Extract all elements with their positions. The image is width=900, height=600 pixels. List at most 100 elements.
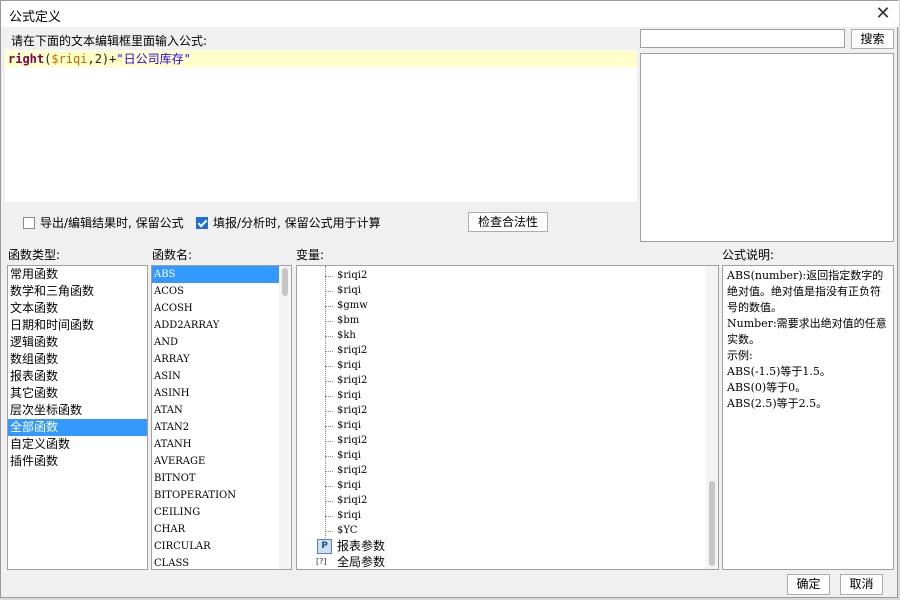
search-button[interactable]: 搜索 (851, 29, 894, 49)
option-keep-formula-export[interactable]: 导出/编辑结果时, 保留公式 (23, 215, 184, 231)
checkbox-keep-formula-export[interactable] (23, 217, 35, 229)
variable-item[interactable]: $riqi (297, 418, 697, 433)
function-name-item[interactable]: BITNOT (152, 470, 279, 487)
function-name-item[interactable]: ATAN2 (152, 419, 279, 436)
variable-item[interactable]: $YC (297, 523, 697, 538)
global-param-icon: [?] (316, 557, 327, 566)
function-type-item[interactable]: 自定义函数 (8, 436, 147, 453)
tree-branch-line (325, 321, 333, 322)
variables-label: 变量: (296, 248, 325, 262)
function-name-item[interactable]: AND (152, 334, 279, 351)
function-type-item[interactable]: 层次坐标函数 (8, 402, 147, 419)
variable-name: $gmw (337, 300, 368, 311)
function-name-item[interactable]: ABS (152, 266, 279, 283)
function-name-item[interactable]: CLASS (152, 555, 279, 569)
function-name-item[interactable]: ACOS (152, 283, 279, 300)
variable-item[interactable]: $riqi2 (297, 403, 697, 418)
description-panel: ABS(number):返回指定数字的绝对值。绝对值是指没有正负符号的数值。 Nu… (722, 265, 894, 570)
tree-branch-line (325, 456, 333, 457)
variable-item[interactable]: $bm (297, 313, 697, 328)
variable-item[interactable]: $kh (297, 328, 697, 343)
function-name-label: 函数名: (152, 248, 193, 262)
variable-item[interactable]: $riqi2 (297, 373, 697, 388)
variables-scrollbar[interactable] (706, 266, 718, 569)
formula-args: ,2)+ (87, 52, 117, 66)
variable-name: $riqi (337, 360, 361, 371)
tree-branch-line (325, 306, 333, 307)
tree-branch-line (325, 471, 333, 472)
search-results-panel (640, 53, 894, 242)
variables-tree[interactable]: $riqi2 $riqi $gmw $bm $kh $riqi2 $riqi $riqi2 $r… (296, 265, 719, 570)
variable-item[interactable]: $riqi (297, 448, 697, 463)
function-type-item[interactable]: 报表函数 (8, 368, 147, 385)
variable-item[interactable]: $riqi2 (297, 433, 697, 448)
report-params-label: 报表参数 (337, 539, 386, 553)
function-name-list[interactable]: ABS ACOS ACOSH ADD2ARRAY AND ARRAY ASIN ASINH AT… (151, 265, 292, 570)
variable-name: $riqi2 (337, 270, 368, 281)
function-name-scroll-thumb[interactable] (282, 268, 288, 296)
editor-prompt: 请在下面的文本编辑框里面输入公式: (11, 34, 208, 48)
validate-button[interactable]: 检查合法性 (468, 212, 548, 232)
option-keep-formula-fill[interactable]: 填报/分析时, 保留公式用于计算 (196, 215, 381, 231)
variable-item[interactable]: $riqi (297, 358, 697, 373)
function-name-item[interactable]: CHAR (152, 521, 279, 538)
variable-name: $riqi (337, 390, 361, 401)
variable-item[interactable]: $riqi (297, 388, 697, 403)
function-type-item[interactable]: 逻辑函数 (8, 334, 147, 351)
variable-item[interactable]: $riqi (297, 478, 697, 493)
tree-branch-line (325, 336, 333, 337)
function-name-item[interactable]: CEILING (152, 504, 279, 521)
function-type-list[interactable]: 常用函数 数学和三角函数 文本函数 日期和时间函数 逻辑函数 数组函数 报表函数 其它函数 层次… (7, 265, 148, 570)
report-params-node[interactable]: P 报表参数 (297, 539, 697, 554)
tree-branch-line (325, 366, 333, 367)
variable-name: $riqi2 (337, 405, 368, 416)
description-line: ABS(number):返回指定数字的绝对值。绝对值是指没有正负符号的数值。 (727, 269, 884, 314)
checkbox-keep-formula-fill[interactable] (196, 217, 208, 229)
close-icon[interactable]: ✕ (873, 4, 893, 24)
function-type-label: 函数类型: (8, 248, 61, 262)
search-input[interactable] (640, 29, 845, 48)
tree-branch-line (325, 501, 333, 502)
variable-item[interactable]: $riqi (297, 508, 697, 523)
function-name-item[interactable]: ADD2ARRAY (152, 317, 279, 334)
function-type-item[interactable]: 日期和时间函数 (8, 317, 147, 334)
function-name-item[interactable]: CIRCULAR (152, 538, 279, 555)
variable-item[interactable]: $riqi2 (297, 463, 697, 478)
function-name-item[interactable]: ATAN (152, 402, 279, 419)
variable-item[interactable]: $riqi2 (297, 343, 697, 358)
formula-editor[interactable]: right($riqi,2)+"日公司库存" (5, 50, 637, 202)
function-type-item[interactable]: 常用函数 (8, 266, 147, 283)
variable-item[interactable]: $riqi (297, 283, 697, 298)
variable-item[interactable]: $riqi2 (297, 493, 697, 508)
function-type-item[interactable]: 全部函数 (8, 419, 147, 436)
ok-button[interactable]: 确定 (787, 574, 830, 595)
description-line: 示例: (727, 349, 753, 362)
function-name-item[interactable]: ARRAY (152, 351, 279, 368)
variable-name: $YC (337, 525, 358, 536)
tree-branch-line (325, 291, 333, 292)
global-params-node[interactable]: [?] 全局参数 (297, 555, 697, 569)
function-name-item[interactable]: BITOPERATION (152, 487, 279, 504)
function-name-item[interactable]: ASIN (152, 368, 279, 385)
function-name-item[interactable]: ATANH (152, 436, 279, 453)
function-type-item[interactable]: 其它函数 (8, 385, 147, 402)
tree-branch-line (325, 486, 333, 487)
function-type-item[interactable]: 数组函数 (8, 351, 147, 368)
formula-line[interactable]: right($riqi,2)+"日公司库存" (5, 51, 637, 67)
variables-scroll-thumb[interactable] (709, 481, 715, 566)
function-name-scrollbar[interactable] (279, 266, 291, 569)
variable-item[interactable]: $riqi2 (297, 268, 697, 283)
formula-function: right (8, 52, 45, 66)
description-line: ABS(0)等于0。 (727, 381, 807, 394)
variable-item[interactable]: $gmw (297, 298, 697, 313)
function-type-item[interactable]: 插件函数 (8, 453, 147, 470)
tree-branch-line (325, 441, 333, 442)
function-type-item[interactable]: 数学和三角函数 (8, 283, 147, 300)
function-name-item[interactable]: ACOSH (152, 300, 279, 317)
report-param-icon: P (317, 539, 332, 554)
function-name-item[interactable]: AVERAGE (152, 453, 279, 470)
cancel-button[interactable]: 取消 (840, 574, 883, 595)
function-type-item[interactable]: 文本函数 (8, 300, 147, 317)
tree-branch-line (325, 351, 333, 352)
function-name-item[interactable]: ASINH (152, 385, 279, 402)
